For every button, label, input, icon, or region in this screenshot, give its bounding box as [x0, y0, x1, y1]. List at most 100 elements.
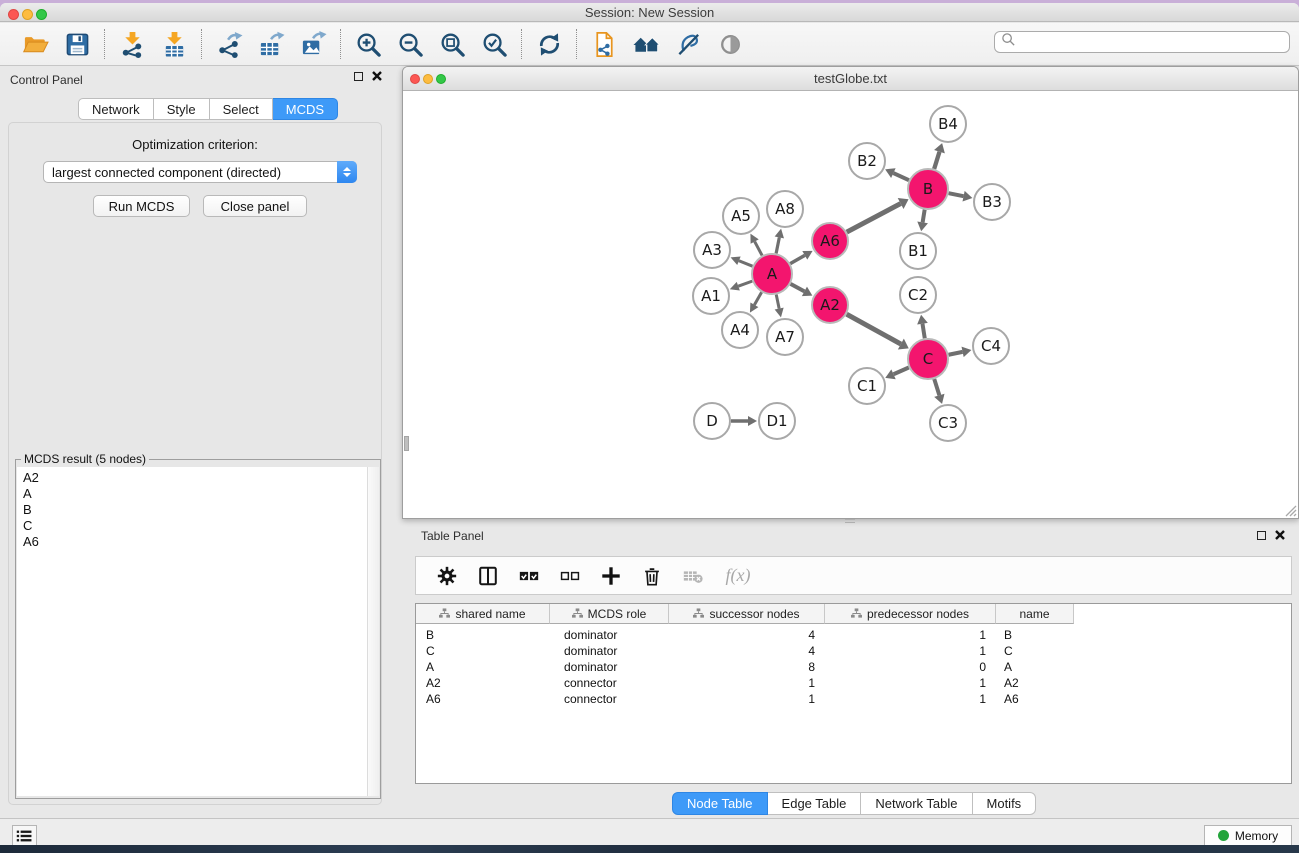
graph-edge-C-C1[interactable] — [885, 367, 909, 379]
zoom-out-icon[interactable] — [393, 27, 427, 61]
run-mcds-button[interactable]: Run MCDS — [93, 195, 190, 217]
table-row[interactable]: A2connector11A2 — [416, 675, 1291, 691]
graph-edge-B-B1[interactable] — [917, 210, 928, 232]
close-panel-icon[interactable] — [372, 71, 382, 81]
graph-node-C2[interactable]: C2 — [900, 277, 936, 313]
graph-edge-A-A4[interactable] — [750, 292, 762, 312]
zoom-fit-icon[interactable] — [435, 27, 469, 61]
save-session-icon[interactable] — [60, 27, 94, 61]
mcds-result-item[interactable]: A — [17, 486, 367, 502]
graph-node-D[interactable]: D — [694, 403, 730, 439]
column-header-name[interactable]: name — [996, 604, 1074, 624]
table-row[interactable]: Bdominator41B — [416, 627, 1291, 643]
export-table-icon[interactable] — [254, 27, 288, 61]
mcds-result-item[interactable]: A2 — [17, 470, 367, 486]
zoom-selected-icon[interactable] — [477, 27, 511, 61]
panel-splitter-handle[interactable] — [845, 519, 855, 523]
float-panel-icon[interactable] — [354, 72, 363, 81]
graph-edge-A-A7[interactable] — [775, 295, 784, 318]
deselect-all-rows-icon[interactable] — [557, 563, 583, 589]
graph-node-B2[interactable]: B2 — [849, 143, 885, 179]
graph-edge-C-C3[interactable] — [934, 379, 944, 404]
add-column-icon[interactable] — [598, 563, 624, 589]
graph-edge-B-B3[interactable] — [949, 191, 973, 202]
graph-node-D1[interactable]: D1 — [759, 403, 795, 439]
float-table-panel-icon[interactable] — [1257, 531, 1266, 540]
table-row[interactable]: Cdominator41C — [416, 643, 1291, 659]
graph-node-C1[interactable]: C1 — [849, 368, 885, 404]
tab-network-table[interactable]: Network Table — [861, 792, 972, 815]
export-image-icon[interactable] — [296, 27, 330, 61]
memory-button[interactable]: Memory — [1204, 825, 1292, 845]
tab-network[interactable]: Network — [78, 98, 154, 120]
graph-edge-A-A1[interactable] — [730, 281, 752, 290]
search-input[interactable] — [994, 31, 1290, 53]
tab-style[interactable]: Style — [154, 98, 210, 120]
close-panel-button[interactable]: Close panel — [203, 195, 307, 217]
graph-node-C3[interactable]: C3 — [930, 405, 966, 441]
destroy-table-icon[interactable] — [680, 563, 706, 589]
mcds-result-scrollbar[interactable] — [367, 467, 379, 796]
graph-node-A6[interactable]: A6 — [812, 223, 848, 259]
column-header-MCDS-role[interactable]: MCDS role — [550, 604, 669, 624]
graph-node-C4[interactable]: C4 — [973, 328, 1009, 364]
mcds-result-item[interactable]: A6 — [17, 534, 367, 550]
graph-edge-D-D1[interactable] — [731, 416, 757, 426]
tab-edge-table[interactable]: Edge Table — [768, 792, 862, 815]
graph-edge-B-B2[interactable] — [885, 168, 909, 180]
tab-motifs[interactable]: Motifs — [973, 792, 1037, 815]
column-header-shared-name[interactable]: shared name — [416, 604, 550, 624]
function-builder-icon[interactable]: f(x) — [721, 563, 755, 589]
graph-edge-A6-B[interactable] — [847, 198, 909, 232]
clone-network-icon[interactable] — [587, 27, 621, 61]
mcds-result-item[interactable]: B — [17, 502, 367, 518]
optimization-criterion-dropdown[interactable]: largest connected component (directed) — [43, 161, 357, 183]
bird-eye-view-icon[interactable] — [713, 27, 747, 61]
graph-node-A7[interactable]: A7 — [767, 319, 803, 355]
graph-node-A5[interactable]: A5 — [723, 198, 759, 234]
graph-node-A1[interactable]: A1 — [693, 278, 729, 314]
graph-node-A3[interactable]: A3 — [694, 232, 730, 268]
settings-icon[interactable] — [434, 563, 460, 589]
graph-node-C[interactable]: C — [908, 339, 948, 379]
mcds-result-list[interactable]: A2ABCA6 — [17, 467, 367, 796]
open-session-icon[interactable] — [18, 27, 52, 61]
tab-mcds[interactable]: MCDS — [273, 98, 338, 120]
mcds-result-item[interactable]: C — [17, 518, 367, 534]
graph-edge-A-A5[interactable] — [750, 234, 762, 256]
tab-select[interactable]: Select — [210, 98, 273, 120]
zoom-in-icon[interactable] — [351, 27, 385, 61]
resize-grip-icon[interactable] — [1283, 503, 1297, 517]
graph-edge-A-A3[interactable] — [731, 256, 753, 266]
graph-node-A8[interactable]: A8 — [767, 191, 803, 227]
first-neighbors-icon[interactable] — [629, 27, 663, 61]
task-history-button[interactable] — [12, 825, 37, 845]
table-row[interactable]: A6connector11A6 — [416, 691, 1291, 707]
table-row[interactable]: Adominator80A — [416, 659, 1291, 675]
column-header-successor-nodes[interactable]: successor nodes — [669, 604, 825, 624]
graph-edge-A-A2[interactable] — [791, 284, 813, 296]
close-table-panel-icon[interactable] — [1275, 530, 1285, 540]
graph-edge-C-C2[interactable] — [917, 315, 928, 338]
import-table-icon[interactable] — [157, 27, 191, 61]
graph-edge-A2-C[interactable] — [847, 314, 909, 349]
graph-node-A4[interactable]: A4 — [722, 312, 758, 348]
graph-edge-C-C4[interactable] — [949, 347, 972, 358]
graph-node-B4[interactable]: B4 — [930, 106, 966, 142]
select-all-rows-icon[interactable] — [516, 563, 542, 589]
graph-node-B1[interactable]: B1 — [900, 233, 936, 269]
export-network-icon[interactable] — [212, 27, 246, 61]
column-header-predecessor-nodes[interactable]: predecessor nodes — [825, 604, 996, 624]
graph-node-B3[interactable]: B3 — [974, 184, 1010, 220]
graph-edge-A-A6[interactable] — [790, 251, 812, 264]
network-canvas[interactable]: B4B2BB3A8A5A6A3B1AC2A1A2A4A7C4CC1DD1C3 — [404, 91, 1298, 518]
tab-node-table[interactable]: Node Table — [672, 792, 768, 815]
refresh-view-icon[interactable] — [532, 27, 566, 61]
show-columns-icon[interactable] — [475, 563, 501, 589]
import-network-icon[interactable] — [115, 27, 149, 61]
hide-details-icon[interactable] — [671, 27, 705, 61]
canvas-vertical-scrollbar-thumb[interactable] — [404, 436, 409, 451]
graph-node-A2[interactable]: A2 — [812, 287, 848, 323]
graph-edge-A-A8[interactable] — [775, 229, 784, 254]
graph-node-B[interactable]: B — [908, 169, 948, 209]
